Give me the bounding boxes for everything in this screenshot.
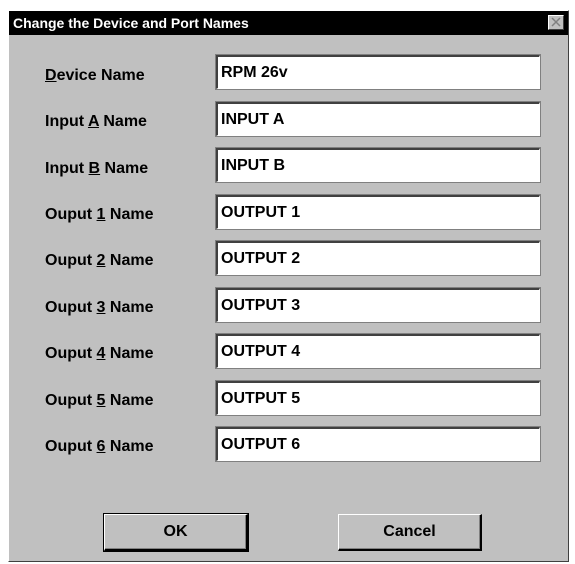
output-4-name-field[interactable] [215, 333, 541, 369]
output-4-name-label: Ouput 4 Name [45, 345, 154, 362]
close-button[interactable] [548, 15, 564, 30]
output-2-name-label: Ouput 2 Name [45, 252, 154, 269]
device-name-label: Device Name [45, 67, 145, 84]
cancel-button[interactable]: Cancel [338, 514, 482, 551]
accelerator-key: A [87, 113, 99, 130]
output-1-name-label: Ouput 1 Name [45, 206, 154, 223]
input-b-name-field[interactable] [215, 147, 541, 183]
output-2-name-field[interactable] [215, 240, 541, 276]
output-5-name-field[interactable] [215, 380, 541, 416]
title-bar: Change the Device and Port Names [9, 11, 568, 35]
close-icon [551, 17, 561, 27]
output-5-name-label: Ouput 5 Name [45, 392, 154, 409]
output-6-name-label: Ouput 6 Name [45, 438, 154, 455]
input-a-name-label: Input A Name [45, 113, 147, 130]
input-a-name-field[interactable] [215, 101, 541, 137]
output-6-name-field[interactable] [215, 426, 541, 462]
output-1-name-field[interactable] [215, 194, 541, 230]
change-names-dialog: Change the Device and Port Names Device … [8, 10, 569, 562]
output-3-name-label: Ouput 3 Name [45, 299, 154, 316]
device-name-field[interactable] [215, 54, 541, 90]
accelerator-key: D [45, 67, 57, 84]
input-b-name-label: Input B Name [45, 160, 149, 177]
ok-button[interactable]: OK [103, 513, 249, 552]
dialog-title: Change the Device and Port Names [13, 15, 249, 31]
output-3-name-field[interactable] [215, 287, 541, 323]
accelerator-key: B [88, 160, 101, 177]
